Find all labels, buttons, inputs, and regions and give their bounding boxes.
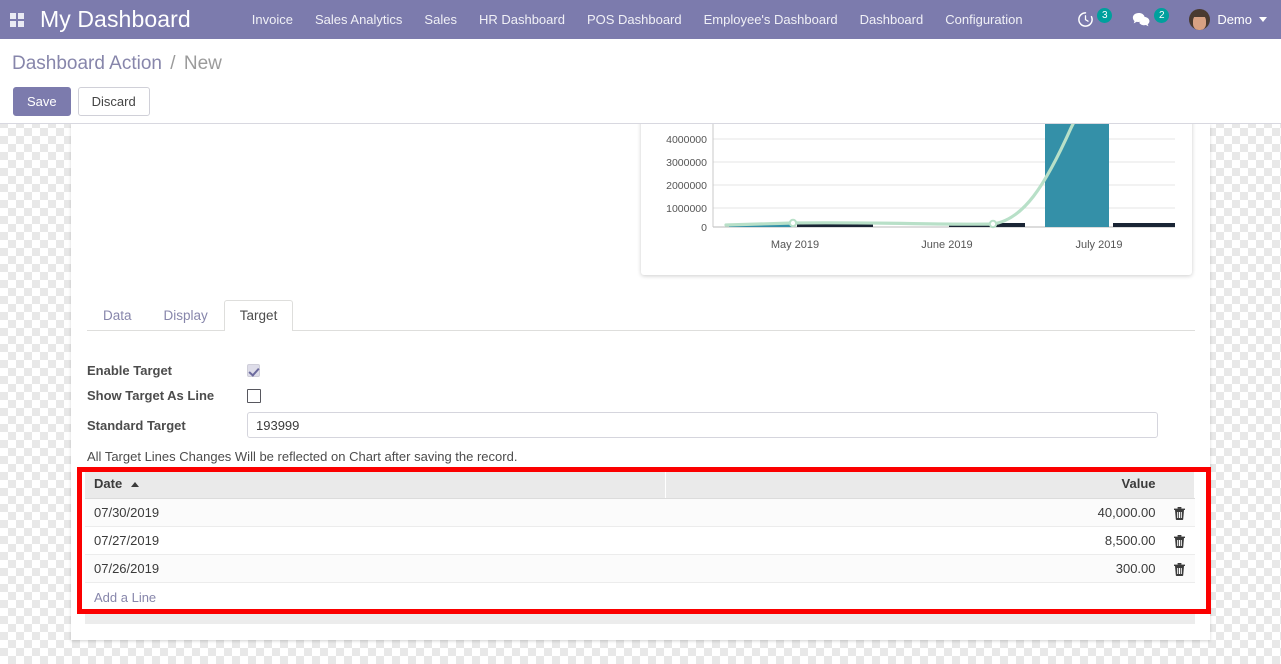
control-panel: Dashboard Action / New (0, 39, 1281, 124)
svg-text:2000000: 2000000 (666, 180, 707, 192)
column-header-value[interactable]: Value (665, 469, 1165, 499)
cell-value[interactable]: 8,500.00 (665, 527, 1165, 555)
breadcrumb: Dashboard Action / New (12, 53, 222, 75)
cell-date[interactable]: 07/30/2019 (85, 499, 665, 527)
tab-target[interactable]: Target (224, 300, 294, 331)
table-row[interactable]: 07/26/2019 300.00 (85, 555, 1195, 583)
apps-grid-glyph (10, 13, 24, 27)
column-header-actions (1165, 469, 1195, 499)
save-button[interactable]: Save (13, 87, 71, 116)
chat-bubble-icon (1132, 12, 1151, 27)
form-action-buttons: Save Discard (13, 87, 150, 116)
table-footer-cell (85, 613, 1195, 624)
clock-icon (1077, 11, 1094, 28)
table-footer-row (85, 613, 1195, 624)
menu-item-invoice[interactable]: Invoice (241, 0, 304, 39)
systray: 3 2 Demo (1067, 0, 1273, 39)
svg-text:May 2019: May 2019 (771, 239, 819, 251)
apps-grid-icon[interactable] (0, 0, 34, 39)
cell-delete[interactable] (1165, 499, 1195, 527)
svg-text:3000000: 3000000 (666, 157, 707, 169)
svg-text:0: 0 (701, 222, 707, 234)
chevron-down-icon (1259, 17, 1267, 22)
breadcrumb-separator: / (170, 53, 175, 74)
column-header-date[interactable]: Date (85, 469, 665, 499)
cell-date[interactable]: 07/26/2019 (85, 555, 665, 583)
column-header-date-label: Date (94, 476, 122, 491)
activity-count-badge: 3 (1097, 8, 1112, 23)
menu-item-configuration[interactable]: Configuration (934, 0, 1033, 39)
discard-button[interactable]: Discard (78, 87, 150, 116)
trash-icon[interactable] (1174, 535, 1185, 548)
menu-item-hr-dashboard[interactable]: HR Dashboard (468, 0, 576, 39)
messaging-count-badge: 2 (1154, 8, 1169, 23)
menu-item-sales-analytics[interactable]: Sales Analytics (304, 0, 413, 39)
svg-text:July 2019: July 2019 (1075, 239, 1122, 251)
svg-text:June 2019: June 2019 (921, 239, 972, 251)
menu-item-employees-dashboard[interactable]: Employee's Dashboard (693, 0, 849, 39)
table-header-row: Date Value (85, 469, 1195, 499)
tab-display[interactable]: Display (148, 300, 224, 331)
trash-icon[interactable] (1174, 507, 1185, 520)
target-lines-note: All Target Lines Changes Will be reflect… (87, 449, 517, 464)
form-sheet: 5000000 4000000 3000000 2000000 1000000 … (71, 124, 1210, 640)
cell-delete[interactable] (1165, 555, 1195, 583)
field-row-standard-target: Standard Target (87, 408, 1195, 442)
cell-value[interactable]: 40,000.00 (665, 499, 1165, 527)
table-row[interactable]: 07/30/2019 40,000.00 (85, 499, 1195, 527)
cell-date[interactable]: 07/27/2019 (85, 527, 665, 555)
add-a-line-link[interactable]: Add a Line (85, 583, 165, 612)
app-brand-title: My Dashboard (40, 6, 191, 33)
breadcrumb-current: New (184, 53, 222, 74)
cell-delete[interactable] (1165, 527, 1195, 555)
show-target-as-line-checkbox[interactable] (247, 389, 261, 403)
main-menu: Invoice Sales Analytics Sales HR Dashboa… (241, 0, 1034, 39)
messaging-menu[interactable]: 2 (1122, 0, 1179, 39)
menu-item-sales[interactable]: Sales (413, 0, 468, 39)
svg-text:4000000: 4000000 (666, 134, 707, 146)
enable-target-checkbox[interactable] (247, 364, 260, 377)
table-row[interactable]: 07/27/2019 8,500.00 (85, 527, 1195, 555)
menu-item-pos-dashboard[interactable]: POS Dashboard (576, 0, 693, 39)
dashboard-chart-card: 5000000 4000000 3000000 2000000 1000000 … (641, 124, 1192, 275)
target-form: Enable Target Show Target As Line Standa… (87, 358, 1195, 442)
target-chart: 5000000 4000000 3000000 2000000 1000000 … (641, 124, 1192, 275)
target-lines-table: Date Value 07/30/2019 40,000.00 (85, 469, 1195, 624)
sort-ascending-icon (131, 482, 139, 487)
activity-menu[interactable]: 3 (1067, 0, 1122, 39)
cell-value[interactable]: 300.00 (665, 555, 1165, 583)
trash-icon[interactable] (1174, 563, 1185, 576)
user-menu[interactable]: Demo (1179, 0, 1273, 39)
enable-target-label: Enable Target (87, 363, 247, 378)
standard-target-input[interactable] (247, 412, 1158, 438)
field-row-enable-target: Enable Target (87, 358, 1195, 383)
field-row-show-target-as-line: Show Target As Line (87, 383, 1195, 408)
svg-text:1000000: 1000000 (666, 203, 707, 215)
show-target-as-line-label: Show Target As Line (87, 388, 247, 403)
tab-data[interactable]: Data (87, 300, 148, 331)
add-line-row: Add a Line (85, 583, 1195, 613)
standard-target-label: Standard Target (87, 418, 247, 433)
menu-item-dashboard[interactable]: Dashboard (849, 0, 935, 39)
form-notebook-tabs: Data Display Target (87, 300, 1195, 331)
avatar (1189, 9, 1210, 30)
add-line-cell: Add a Line (85, 583, 1195, 613)
top-navbar: My Dashboard Invoice Sales Analytics Sal… (0, 0, 1281, 39)
username-label: Demo (1217, 12, 1252, 27)
breadcrumb-root-link[interactable]: Dashboard Action (12, 53, 162, 74)
